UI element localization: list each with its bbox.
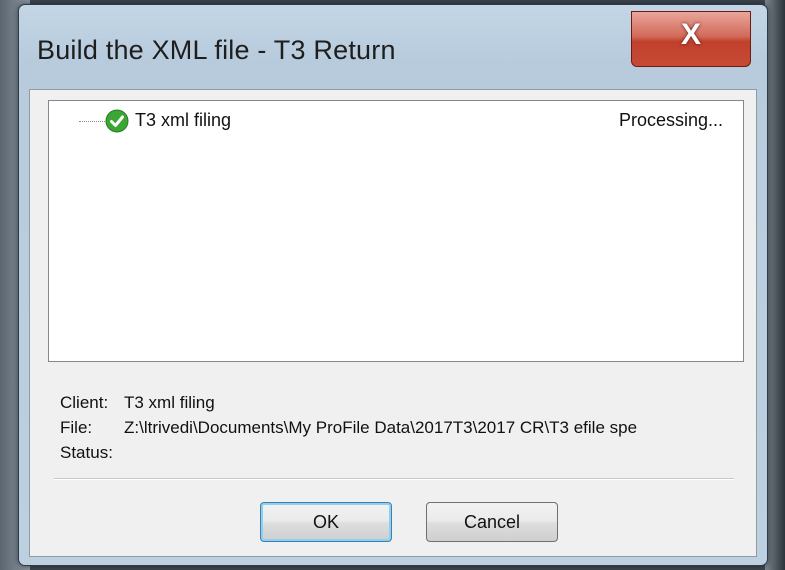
file-path-value: Z:\ltrivedi\Documents\My ProFile Data\20…: [124, 418, 638, 437]
cancel-button[interactable]: Cancel: [426, 502, 558, 542]
dialog-window: Build the XML file - T3 Return X T3 xml …: [18, 4, 768, 566]
file-label: File:: [60, 418, 93, 437]
ok-button[interactable]: OK: [260, 502, 392, 542]
title-bar[interactable]: Build the XML file - T3 Return X: [19, 5, 767, 91]
client-value: T3 xml filing: [124, 393, 215, 412]
close-button[interactable]: X: [631, 11, 751, 67]
close-icon: X: [680, 18, 701, 51]
tree-item-label[interactable]: T3 xml filing: [135, 110, 231, 131]
separator: [54, 478, 734, 480]
desktop-background-right: [765, 0, 785, 570]
filing-tree-view[interactable]: T3 xml filing Processing...: [48, 100, 744, 362]
check-icon: [105, 109, 129, 133]
status-label: Status:: [60, 443, 113, 462]
dialog-title: Build the XML file - T3 Return: [37, 35, 396, 65]
dialog-content: T3 xml filing Processing... Client: T3 x…: [29, 89, 757, 557]
tree-item-status: Processing...: [618, 110, 723, 130]
tree-connector-line: [79, 121, 105, 122]
client-label: Client:: [60, 393, 109, 412]
